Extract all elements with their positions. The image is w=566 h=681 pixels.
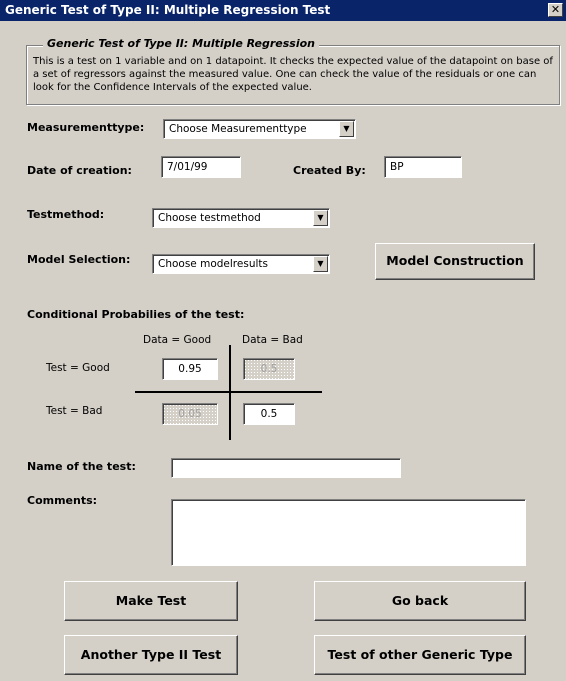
measurementtype-select[interactable]: Choose Measurementtype ▼: [163, 119, 356, 139]
prob-test-bad-data-good: 0.05: [162, 403, 218, 425]
dialog-window: Generic Test of Type II: Multiple Regres…: [0, 0, 566, 681]
testmethod-label: Testmethod:: [27, 208, 105, 221]
chevron-down-icon[interactable]: ▼: [339, 121, 354, 137]
measurementtype-label: Measurementtype:: [27, 121, 145, 134]
created-by-label: Created By:: [293, 164, 366, 177]
measurementtype-value: Choose Measurementtype: [169, 123, 307, 135]
window-title: Generic Test of Type II: Multiple Regres…: [5, 3, 331, 17]
created-by-field[interactable]: BP: [384, 156, 462, 178]
prob-test-bad-data-bad[interactable]: 0.5: [243, 403, 295, 425]
chevron-down-icon[interactable]: ▼: [313, 256, 328, 272]
date-of-creation-field[interactable]: 7/01/99: [161, 156, 241, 178]
name-of-test-field[interactable]: [171, 458, 401, 478]
comments-label: Comments:: [27, 494, 98, 507]
description-group: Generic Test of Type II: Multiple Regres…: [26, 37, 560, 105]
title-bar: Generic Test of Type II: Multiple Regres…: [0, 0, 566, 21]
test-of-other-generic-type-button[interactable]: Test of other Generic Type: [314, 635, 526, 675]
close-icon: ✕: [550, 3, 561, 16]
row-header-test-bad: Test = Bad: [46, 405, 103, 417]
description-legend: Generic Test of Type II: Multiple Regres…: [43, 37, 320, 50]
testmethod-value: Choose testmethod: [158, 212, 261, 224]
name-of-test-label: Name of the test:: [27, 460, 136, 473]
description-text: This is a test on 1 variable and on 1 da…: [33, 56, 553, 93]
col-header-data-bad: Data = Bad: [242, 334, 303, 346]
model-selection-label: Model Selection:: [27, 253, 131, 266]
model-construction-button[interactable]: Model Construction: [375, 243, 535, 280]
model-selection-value: Choose modelresults: [158, 258, 268, 270]
prob-test-good-data-good[interactable]: 0.95: [162, 358, 218, 380]
comments-field[interactable]: [171, 499, 526, 566]
close-button[interactable]: ✕: [548, 3, 563, 17]
date-of-creation-label: Date of creation:: [27, 164, 132, 177]
row-header-test-good: Test = Good: [46, 362, 110, 374]
go-back-button[interactable]: Go back: [314, 581, 526, 621]
chevron-down-icon[interactable]: ▼: [313, 210, 328, 226]
another-type-ii-test-button[interactable]: Another Type II Test: [64, 635, 238, 675]
model-selection-select[interactable]: Choose modelresults ▼: [152, 254, 330, 274]
prob-test-good-data-bad: 0.5: [243, 358, 295, 380]
col-header-data-good: Data = Good: [143, 334, 212, 346]
make-test-button[interactable]: Make Test: [64, 581, 238, 621]
probabilities-title: Conditional Probabilies of the test:: [27, 308, 245, 321]
table-horizontal-divider: [135, 391, 322, 393]
testmethod-select[interactable]: Choose testmethod ▼: [152, 208, 330, 228]
